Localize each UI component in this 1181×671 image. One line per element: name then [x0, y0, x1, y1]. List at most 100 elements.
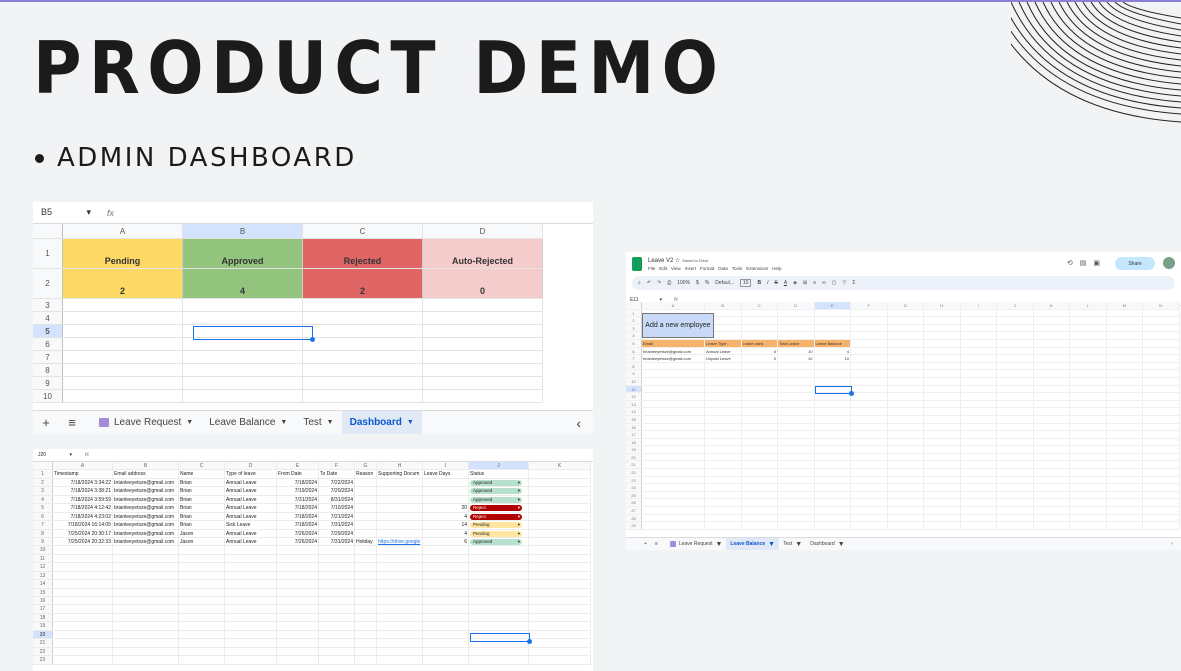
cell[interactable] [1143, 438, 1180, 446]
cell[interactable] [924, 332, 961, 339]
row-header[interactable]: 10 [33, 390, 63, 402]
cell[interactable] [469, 647, 529, 656]
cell[interactable] [642, 385, 705, 393]
cell[interactable]: 7/10/2024 [319, 504, 355, 512]
cell[interactable] [179, 580, 225, 588]
cell[interactable] [997, 446, 1034, 453]
cell[interactable] [778, 400, 815, 408]
cell[interactable] [924, 317, 961, 324]
row-header[interactable]: 1 [33, 239, 63, 268]
column-header[interactable]: M [1107, 302, 1143, 309]
cell[interactable] [53, 630, 113, 639]
cell[interactable] [1107, 476, 1143, 484]
cell[interactable]: From Date [277, 470, 319, 478]
row-header[interactable]: 21 [33, 639, 53, 647]
cell[interactable]: 7/31/2024 [319, 537, 355, 546]
row-header[interactable]: 14 [33, 580, 53, 588]
cell[interactable] [815, 423, 851, 431]
row-header[interactable]: 5 [33, 504, 53, 512]
cell[interactable] [53, 554, 113, 563]
cell[interactable]: Brian [179, 512, 225, 521]
cell[interactable] [705, 476, 742, 484]
cell[interactable] [1143, 491, 1180, 499]
cell[interactable] [225, 580, 277, 588]
cell[interactable]: Annual Leave [705, 347, 742, 355]
row-header[interactable]: 12 [626, 393, 642, 400]
cell[interactable] [961, 476, 997, 484]
cell[interactable] [888, 514, 924, 522]
column-header[interactable]: L [1070, 302, 1107, 309]
cell[interactable] [642, 499, 705, 507]
print-icon[interactable]: ⎙ [667, 280, 671, 286]
cell[interactable] [179, 605, 225, 613]
cell[interactable] [303, 312, 423, 324]
cell[interactable] [53, 588, 113, 596]
selected-cell[interactable] [815, 386, 854, 396]
cell[interactable] [1070, 507, 1107, 514]
row-header[interactable]: 8 [626, 362, 642, 370]
cell[interactable] [778, 393, 815, 400]
row-header[interactable]: 9 [626, 370, 642, 377]
cell[interactable]: 7/26/2024 [277, 537, 319, 546]
cell[interactable] [742, 514, 778, 522]
cell[interactable]: 10 [778, 355, 815, 362]
cell[interactable] [742, 507, 778, 514]
cell[interactable] [423, 390, 543, 402]
cell[interactable] [1070, 324, 1107, 332]
cell[interactable] [851, 522, 888, 529]
cell[interactable]: Reject [469, 512, 529, 521]
cell[interactable]: Annual Leave [225, 504, 277, 512]
cell[interactable] [924, 453, 961, 461]
row-header[interactable]: 4 [33, 312, 63, 324]
cell[interactable] [924, 385, 961, 393]
cell[interactable] [851, 347, 888, 355]
cell[interactable] [179, 656, 225, 664]
cell[interactable] [888, 355, 924, 362]
cell[interactable] [423, 613, 469, 622]
cell[interactable] [778, 514, 815, 522]
cell[interactable] [1107, 514, 1143, 522]
row-header[interactable]: 29 [626, 522, 642, 529]
share-button[interactable]: Share [1115, 257, 1155, 270]
cell[interactable] [924, 507, 961, 514]
cell[interactable] [423, 546, 469, 554]
cell[interactable] [888, 332, 924, 339]
cell[interactable] [1107, 484, 1143, 491]
cell[interactable] [1034, 393, 1070, 400]
cell[interactable] [529, 529, 591, 537]
cell[interactable] [778, 507, 815, 514]
row-header[interactable]: 3 [626, 324, 642, 332]
cell[interactable] [642, 400, 705, 408]
cell[interactable] [815, 461, 851, 469]
cell[interactable] [1143, 514, 1180, 522]
cell[interactable] [742, 499, 778, 507]
cell[interactable] [53, 622, 113, 630]
all-sheets-icon[interactable]: ≡ [655, 541, 658, 547]
cell[interactable] [63, 325, 183, 337]
row-header[interactable]: 15 [626, 415, 642, 423]
cell[interactable] [1034, 332, 1070, 339]
chevron-left-icon[interactable]: ‹ [576, 415, 581, 431]
cell[interactable] [1143, 423, 1180, 431]
cell[interactable] [377, 546, 423, 554]
cell[interactable] [642, 438, 705, 446]
cell[interactable] [705, 484, 742, 491]
cell[interactable] [529, 512, 591, 521]
document-title[interactable]: Leave V2 [648, 258, 673, 264]
cell[interactable] [815, 309, 851, 317]
cell[interactable] [469, 597, 529, 605]
cell[interactable] [1034, 324, 1070, 332]
cell[interactable] [183, 390, 303, 402]
cell[interactable] [423, 656, 469, 664]
cell[interactable] [529, 605, 591, 613]
cell[interactable] [778, 491, 815, 499]
row-header[interactable]: 5 [626, 339, 642, 347]
cell[interactable] [225, 588, 277, 596]
cell[interactable] [961, 484, 997, 491]
cell[interactable] [705, 453, 742, 461]
cell[interactable] [1070, 400, 1107, 408]
cell[interactable] [778, 453, 815, 461]
name-box[interactable]: J20 ▾ [33, 452, 77, 458]
cell[interactable] [924, 324, 961, 332]
cell[interactable] [778, 484, 815, 491]
